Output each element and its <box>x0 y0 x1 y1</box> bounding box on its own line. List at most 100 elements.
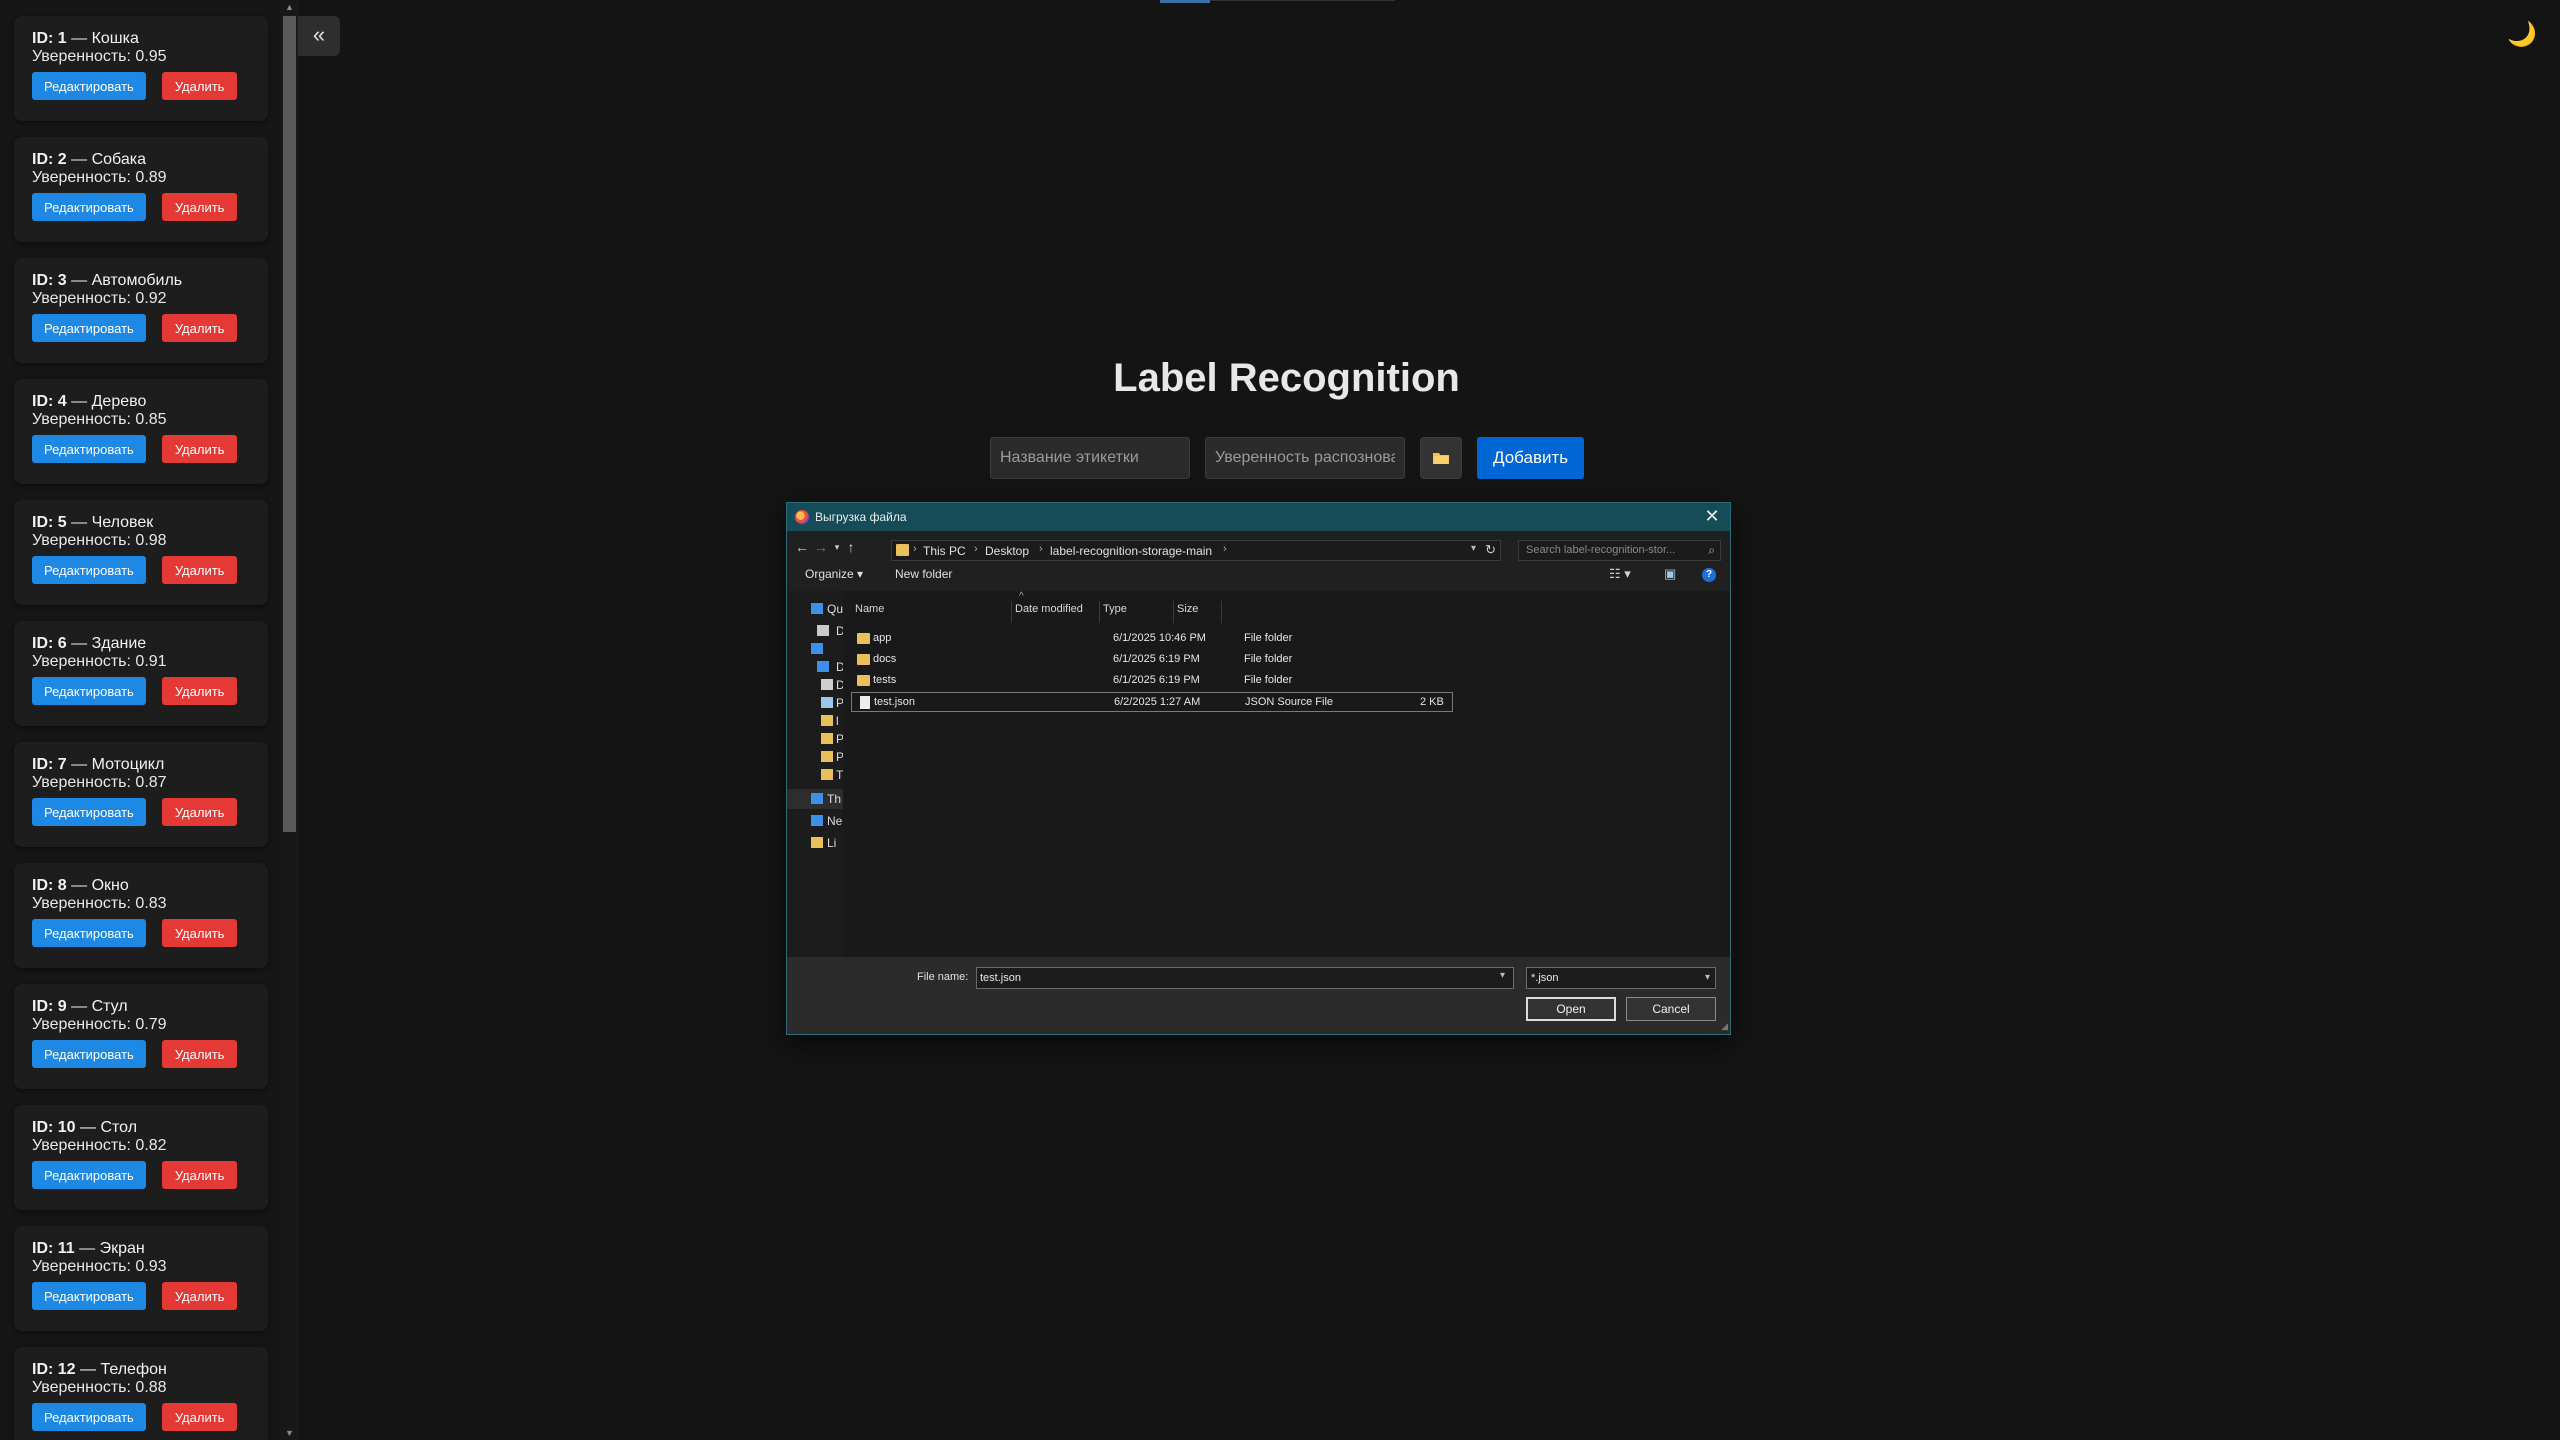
card-title: ID: 6 — Здание <box>32 635 250 653</box>
edit-button[interactable]: Редактировать <box>32 314 146 342</box>
nav-pane-item[interactable]: Th <box>787 789 843 809</box>
new-folder-button[interactable]: New folder <box>895 567 952 581</box>
edit-button[interactable]: Редактировать <box>32 193 146 221</box>
edit-button[interactable]: Редактировать <box>32 1403 146 1431</box>
nav-pane-item[interactable]: Li <box>787 833 843 853</box>
folder-icon <box>896 544 909 556</box>
edit-button[interactable]: Редактировать <box>32 677 146 705</box>
file-name-input[interactable] <box>976 967 1514 989</box>
resize-grip-icon[interactable]: ◢ <box>1721 1021 1728 1032</box>
preview-pane-icon[interactable]: ▣ <box>1664 566 1676 582</box>
column-header-date[interactable]: Date modified <box>1015 603 1083 615</box>
delete-button[interactable]: Удалить <box>161 556 238 584</box>
delete-button[interactable]: Удалить <box>161 435 238 463</box>
edit-button[interactable]: Редактировать <box>32 1161 146 1189</box>
edit-button[interactable]: Редактировать <box>32 72 146 100</box>
breadcrumb-current-folder[interactable]: label-recognition-storage-main <box>1050 544 1212 558</box>
sidebar-scrollbar[interactable]: ▲ ▼ <box>281 0 297 1440</box>
column-divider[interactable] <box>1173 601 1174 623</box>
edit-button[interactable]: Редактировать <box>32 1282 146 1310</box>
delete-button[interactable]: Удалить <box>161 1161 238 1189</box>
delete-button[interactable]: Удалить <box>161 798 238 826</box>
column-header-size[interactable]: Size <box>1177 603 1198 615</box>
upload-file-button[interactable] <box>1420 437 1462 479</box>
file-name-dropdown-icon[interactable]: ▾ <box>1500 970 1505 981</box>
edit-button[interactable]: Редактировать <box>32 556 146 584</box>
label-card: ID: 9 — Стул Уверенность: 0.79 Редактирова… <box>14 984 268 1089</box>
folder-icon <box>857 675 870 686</box>
moon-icon[interactable]: 🌙 <box>2505 18 2539 52</box>
nav-pane-item[interactable]: T <box>787 765 843 785</box>
up-arrow-icon[interactable]: ↑ <box>842 538 860 556</box>
nav-pane-item[interactable]: Ne <box>787 811 843 831</box>
collapse-sidebar-button[interactable]: « <box>298 16 340 56</box>
dialog-search-input[interactable]: Search label-recognition-stor... ⌕ <box>1518 540 1721 561</box>
edit-button[interactable]: Редактировать <box>32 919 146 947</box>
delete-button[interactable]: Удалить <box>161 72 238 100</box>
card-title: ID: 10 — Стол <box>32 1119 250 1137</box>
file-row[interactable]: app 6/1/2025 10:46 PM File folder <box>851 629 1453 649</box>
file-name: app <box>873 632 892 644</box>
back-arrow-icon[interactable]: ← <box>793 538 811 556</box>
confidence-input[interactable] <box>1205 437 1405 479</box>
breadcrumb-this-pc[interactable]: This PC <box>923 544 966 558</box>
help-icon[interactable]: ? <box>1702 568 1716 582</box>
file-row[interactable]: test.json 6/2/2025 1:27 AM JSON Source Fil… <box>851 692 1453 712</box>
edit-button[interactable]: Редактировать <box>32 798 146 826</box>
delete-button[interactable]: Удалить <box>161 1403 238 1431</box>
cancel-button[interactable]: Cancel <box>1626 997 1716 1021</box>
label-card: ID: 12 — Телефон Уверенность: 0.88 Редакти… <box>14 1347 268 1440</box>
delete-button[interactable]: Удалить <box>161 677 238 705</box>
file-row[interactable]: docs 6/1/2025 6:19 PM File folder <box>851 650 1453 670</box>
sidebar-scroll-thumb[interactable] <box>283 16 296 832</box>
delete-button[interactable]: Удалить <box>161 193 238 221</box>
edit-button[interactable]: Редактировать <box>32 1040 146 1068</box>
file-row[interactable]: tests 6/1/2025 6:19 PM File folder <box>851 671 1453 691</box>
card-confidence: Уверенность: 0.91 <box>32 653 167 670</box>
nav-pane-item[interactable]: l <box>787 711 843 731</box>
file-type: File folder <box>1244 632 1293 644</box>
breadcrumb-desktop[interactable]: Desktop <box>985 544 1029 558</box>
card-name: — Дерево <box>71 393 147 410</box>
delete-button[interactable]: Удалить <box>161 1282 238 1310</box>
label-name-input[interactable] <box>990 437 1190 479</box>
edit-button[interactable]: Редактировать <box>32 435 146 463</box>
card-confidence: Уверенность: 0.82 <box>32 1137 167 1154</box>
delete-button[interactable]: Удалить <box>161 1040 238 1068</box>
breadcrumb-separator-icon: › <box>1223 543 1227 555</box>
view-options-icon[interactable]: ☷ ▾ <box>1609 566 1631 582</box>
address-dropdown-icon[interactable]: ▾ <box>1471 543 1476 554</box>
open-button[interactable]: Open <box>1526 997 1616 1021</box>
scroll-up-arrow-icon[interactable]: ▲ <box>281 0 297 14</box>
delete-button[interactable]: Удалить <box>161 314 238 342</box>
nav-pane-item[interactable]: Qu <box>787 599 843 619</box>
file-type-select[interactable]: *.json ▾ <box>1526 967 1716 989</box>
column-divider[interactable] <box>1099 601 1100 623</box>
nav-pane-item[interactable]: D <box>787 675 843 695</box>
card-name: — Кошка <box>71 30 139 47</box>
column-divider[interactable] <box>1011 601 1012 623</box>
label-card: ID: 6 — Здание Уверенность: 0.91 Редактиро… <box>14 621 268 726</box>
address-bar[interactable]: › This PC › Desktop › label-recognition-… <box>891 540 1501 561</box>
refresh-icon[interactable]: ↻ <box>1485 542 1496 558</box>
column-header-name[interactable]: Name <box>855 603 884 615</box>
dialog-titlebar[interactable]: Выгрузка файла ✕ <box>787 503 1730 531</box>
delete-button[interactable]: Удалить <box>161 919 238 947</box>
card-id: ID: 10 <box>32 1119 76 1136</box>
scroll-down-arrow-icon[interactable]: ▼ <box>281 1426 297 1440</box>
nav-pane-item[interactable]: D <box>787 621 843 641</box>
nav-pane-item[interactable]: P <box>787 729 843 749</box>
organize-menu[interactable]: Organize ▾ <box>805 567 863 581</box>
add-button[interactable]: Добавить <box>1477 437 1585 479</box>
close-icon[interactable]: ✕ <box>1702 506 1722 526</box>
label-card: ID: 4 — Дерево Уверенность: 0.85 Редактиро… <box>14 379 268 484</box>
nav-pane-item[interactable] <box>787 639 843 659</box>
nav-pane-item[interactable]: P <box>787 693 843 713</box>
column-header-type[interactable]: Type <box>1103 603 1127 615</box>
column-divider[interactable] <box>1221 601 1222 623</box>
network-icon <box>811 815 823 826</box>
pictures-icon <box>821 697 833 708</box>
nav-pane-label: P <box>836 732 843 746</box>
nav-pane-item[interactable]: P <box>787 747 843 767</box>
nav-pane-item[interactable]: D <box>787 657 843 677</box>
